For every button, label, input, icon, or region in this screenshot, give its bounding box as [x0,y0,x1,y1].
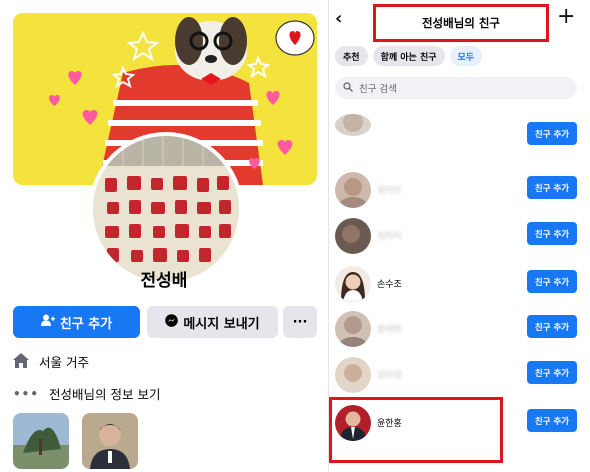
profile-avatar-frame[interactable] [89,132,243,286]
messenger-icon [165,313,179,331]
more-options-button[interactable]: ··· [283,306,317,338]
filter-chips: 추천 함께 아는 친구 모두 [335,46,483,66]
send-message-label: 메시지 보내기 [183,316,260,332]
add-friend-button[interactable]: 친구 추가 [527,361,577,384]
back-arrow-icon[interactable]: ‹ [335,8,342,29]
search-input[interactable]: 친구 검색 [335,77,577,99]
add-friend-button[interactable]: 친구 추가 [527,270,577,293]
friend-avatar[interactable] [335,218,371,254]
add-friend-label: 친구 추가 [59,316,113,332]
add-person-icon [40,314,55,330]
friend-row[interactable]: 윤태희 친구 추가 [329,311,590,351]
friends-panel: ‹ 전성배님의 친구 + 추천 함께 아는 친구 모두 친구 검색 친구 추가 … [328,0,590,472]
friend-row[interactable]: 친구 추가 [329,114,590,158]
send-message-button[interactable]: 메시지 보내기 [147,306,278,338]
add-friend-button[interactable]: 친구 추가 [527,222,577,245]
friend-avatar[interactable] [335,172,371,208]
location-text: 서울 거주 [39,355,89,370]
friend-name[interactable]: 윤태희 [377,322,402,335]
about-link[interactable]: 전성배님의 정보 보기 [49,384,160,403]
about-row[interactable]: ••• 전성배님의 정보 보기 [13,384,160,403]
highlight-box-friend [329,397,503,463]
add-friend-button[interactable]: 친구 추가 [527,176,577,199]
more-dots-icon: ··· [292,314,308,330]
friend-row[interactable]: 손수조 친구 추가 [329,266,590,306]
profile-name: 전성배 [140,271,188,291]
friend-row[interactable]: 정미라 친구 추가 [329,172,590,212]
friend-name[interactable]: 손수조 [377,277,402,290]
chip-all[interactable]: 모두 [449,46,483,66]
add-friend-button[interactable]: 친구 추가 [527,122,577,145]
ellipsis-icon: ••• [13,386,40,401]
search-placeholder: 친구 검색 [359,84,397,95]
friend-row[interactable]: 정미라 친구 추가 [329,218,590,258]
home-icon [13,352,29,371]
friend-photo-thumb[interactable] [82,413,138,469]
chip-suggestions[interactable]: 추천 [335,46,368,66]
add-friend-button[interactable]: 친구 추가 [527,315,577,338]
friend-avatar[interactable] [335,266,371,302]
friend-row[interactable]: 김미영 친구 추가 [329,357,590,397]
friend-avatar[interactable] [335,114,371,136]
add-friend-button[interactable]: 친구 추가 [527,409,577,432]
friend-photo-thumb[interactable] [13,413,69,469]
search-icon [343,81,353,95]
plus-icon[interactable]: + [557,4,575,29]
friend-name[interactable]: 정미라 [377,229,402,242]
friend-name[interactable]: 김미영 [377,368,402,381]
friend-name[interactable]: 정미라 [377,183,402,196]
profile-avatar[interactable] [93,136,239,282]
location-row: 서울 거주 [13,352,89,371]
friend-avatar[interactable] [335,311,371,347]
friend-avatar[interactable] [335,357,371,393]
chip-mutual-friends[interactable]: 함께 아는 친구 [372,46,445,66]
add-friend-button[interactable]: 친구 추가 [13,306,140,338]
profile-panel: 전성배 친구 추가 메시지 보내기 ··· 서울 거주 ••• 전성배님의 정보… [0,0,328,472]
highlight-box-title [373,4,549,42]
